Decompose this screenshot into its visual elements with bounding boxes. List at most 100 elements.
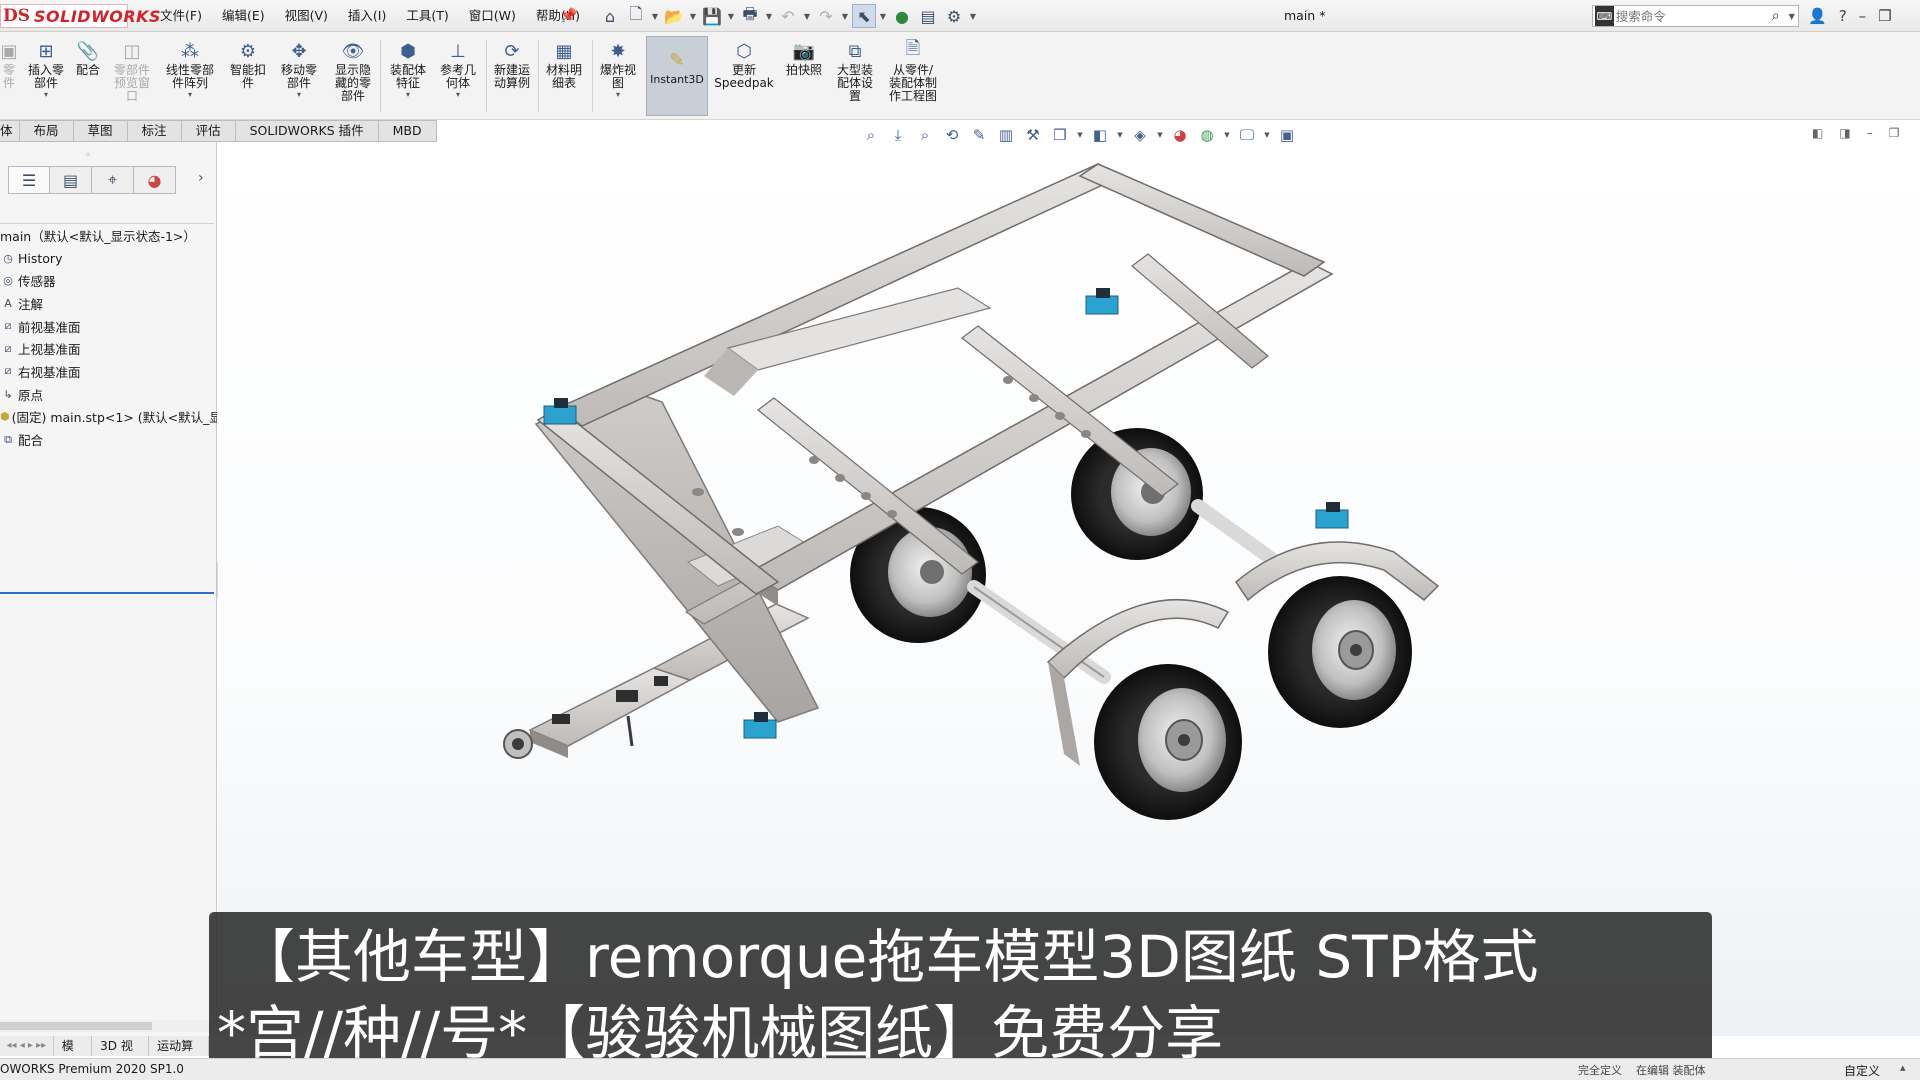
search-commands-icon[interactable]: ⌨ [1595, 6, 1614, 26]
trailer-3d-model[interactable] [218, 142, 1920, 1036]
tab-model[interactable]: 模型 [54, 1036, 93, 1073]
horizontal-scrollbar[interactable] [0, 1020, 214, 1032]
solidworks-logo[interactable]: DS SOLIDWORKS [0, 4, 161, 28]
rear-right-wheel[interactable] [1071, 428, 1203, 560]
cmd-instant3d[interactable]: ✎ Instant3D [646, 36, 708, 116]
tab-mbd[interactable]: MBD [378, 120, 437, 142]
tree-node-history[interactable]: ◷ History [0, 247, 217, 270]
open-dropdown-icon[interactable]: ▼ [688, 4, 698, 28]
corner-mount-far-right[interactable] [1315, 502, 1349, 529]
search-icon[interactable]: ⌕ [1772, 8, 1789, 24]
options-dropdown-icon[interactable]: ▼ [968, 4, 978, 28]
new-dropdown-icon[interactable]: ▼ [650, 4, 660, 28]
chevron-up-icon[interactable]: ▴ [1900, 1061, 1906, 1074]
tab-evaluate[interactable]: 评估 [181, 120, 236, 142]
tile-right-icon[interactable]: ◨ [1839, 126, 1850, 140]
units-custom[interactable]: 自定义 [1844, 1062, 1880, 1079]
menu-file[interactable]: 文件(F) [150, 0, 212, 32]
menu-tools[interactable]: 工具(T) [396, 0, 458, 32]
propertymanager-icon[interactable]: ▤ [50, 166, 92, 194]
search-dropdown-icon[interactable]: ▼ [1789, 12, 1798, 21]
cmd-make-drawing[interactable]: 🗎 从零件/ 装配体制 作工程图 [882, 38, 944, 103]
rebuild-icon[interactable]: ● [890, 4, 914, 28]
tab-3d-views[interactable]: 3D 视图 [92, 1036, 150, 1073]
cmd-move-component[interactable]: ✥ 移动零 部件 ▾ [274, 38, 324, 100]
doc-minimize-icon[interactable]: – [1867, 126, 1873, 140]
menu-insert[interactable]: 插入(I) [338, 0, 396, 32]
menu-help[interactable]: 帮助(H) [526, 0, 590, 32]
graphics-area[interactable] [218, 142, 1920, 1036]
chevron-right-icon[interactable]: › [198, 170, 204, 186]
panel-grip-icon[interactable]: ◦ [85, 150, 91, 161]
menu-edit[interactable]: 编辑(E) [212, 0, 275, 32]
cmd-take-snapshot[interactable]: 📷 拍快照 [780, 38, 828, 77]
front-left-wheel[interactable] [1094, 664, 1242, 820]
home-icon[interactable]: ⌂ [598, 4, 622, 28]
cmd-large-assembly-settings[interactable]: ⧉ 大型装 配体设 置 [830, 38, 880, 103]
tree-node-annotations[interactable]: A 注解 [0, 292, 217, 315]
cmd-new-motion-study[interactable]: ⟳ 新建运 动算例 [488, 38, 536, 90]
tab-markup[interactable]: 标注 [127, 120, 182, 142]
tab-sketch[interactable]: 草图 [73, 120, 128, 142]
tab-navigation-arrows-icon[interactable]: ◂◂ ◂ ▸ ▸▸ [0, 1036, 54, 1056]
minimize-icon[interactable]: – [1859, 7, 1867, 25]
cmd-smart-fastener[interactable]: ⚙ 智能扣 件 [224, 38, 272, 90]
pin-menu-icon[interactable]: 📌 [560, 8, 577, 24]
cmd-insert-component[interactable]: ⊞ 插入零 部件 ▾ [22, 38, 70, 100]
tree-node-right-plane[interactable]: ⧄ 右视基准面 [0, 360, 217, 383]
cmd-show-hidden[interactable]: 👁 显示隐 藏的零 部件 [328, 38, 378, 103]
file-properties-icon[interactable]: ▤ [916, 4, 940, 28]
scrollbar-thumb[interactable] [0, 1022, 152, 1030]
select-pointer-icon[interactable]: ⬉ [852, 4, 876, 28]
print-dropdown-icon[interactable]: ▼ [764, 4, 774, 28]
corner-mount-near-right[interactable] [743, 712, 777, 739]
search-input[interactable] [1615, 8, 1772, 24]
save-icon[interactable]: 💾 [700, 4, 724, 28]
tree-node-root-assembly[interactable]: main（默认<默认_显示状态-1>） [0, 224, 217, 247]
doc-restore-icon[interactable]: ❐ [1889, 126, 1900, 140]
print-icon[interactable]: 🖶 [738, 4, 762, 28]
tree-node-origin[interactable]: ↳ 原点 [0, 383, 217, 406]
chevron-down-icon[interactable]: ▾ [44, 90, 48, 100]
featuremanager-tree-icon[interactable]: ☰ [8, 166, 50, 194]
configurationmanager-icon[interactable]: ⌖ [92, 166, 134, 194]
save-dropdown-icon[interactable]: ▼ [726, 4, 736, 28]
tab-assembly[interactable]: 体 [0, 120, 20, 142]
cmd-mate[interactable]: 📎 配合 [72, 38, 104, 77]
redo-icon[interactable]: ↷ [814, 4, 838, 28]
tree-filter-area[interactable] [0, 198, 214, 224]
cmd-assembly-feature[interactable]: ⬢ 装配体 特征 ▾ [384, 38, 432, 100]
tab-layout[interactable]: 布局 [19, 120, 74, 142]
tree-node-mates[interactable]: ⧉ 配合 [0, 428, 217, 451]
cmd-component-preview[interactable]: ◫ 零部件 预览窗 口 [108, 38, 156, 103]
cmd-reference-geometry[interactable]: ⊥ 参考几 何体 ▾ [434, 38, 482, 100]
help-icon[interactable]: ? [1839, 7, 1847, 25]
restore-icon[interactable]: ❐ [1878, 7, 1891, 25]
tree-node-main-stp[interactable]: ⬢ (固定) main.stp<1> (默认<默认_显 [0, 406, 217, 429]
cmd-bill-of-materials[interactable]: ▦ 材料明 细表 [540, 38, 588, 90]
cmd-update-speedpak[interactable]: ⬡ 更新 Speedpak [712, 38, 776, 90]
front-right-wheel[interactable] [1268, 576, 1412, 728]
menu-window[interactable]: 窗口(W) [459, 0, 526, 32]
options-gear-icon[interactable]: ⚙ [942, 4, 966, 28]
redo-dropdown-icon[interactable]: ▼ [840, 4, 850, 28]
cmd-part[interactable]: ▣ 零 件 [0, 38, 18, 90]
chevron-down-icon[interactable]: ▾ [297, 90, 301, 100]
chevron-down-icon[interactable]: ▾ [188, 90, 192, 100]
rollback-bar[interactable] [0, 592, 214, 594]
tab-solidworks-addins[interactable]: SOLIDWORKS 插件 [235, 120, 379, 142]
tab-motion-study[interactable]: 运动算例 [149, 1036, 209, 1073]
tree-node-top-plane[interactable]: ⧄ 上视基准面 [0, 337, 217, 360]
undo-icon[interactable]: ↶ [776, 4, 800, 28]
select-dropdown-icon[interactable]: ▼ [878, 4, 888, 28]
chevron-down-icon[interactable]: ▾ [406, 90, 410, 100]
open-icon[interactable]: 📂 [662, 4, 686, 28]
user-account-icon[interactable]: 👤 [1808, 7, 1827, 25]
command-search-box[interactable]: ⌨ ⌕ ▼ [1592, 5, 1799, 27]
undo-dropdown-icon[interactable]: ▼ [802, 4, 812, 28]
tile-left-icon[interactable]: ◧ [1812, 126, 1823, 140]
display-manager-icon[interactable]: ◕ [134, 166, 176, 194]
chevron-down-icon[interactable]: ▾ [616, 90, 620, 100]
cmd-exploded-view[interactable]: ✸ 爆炸视 图 ▾ [594, 38, 642, 100]
tree-node-sensors[interactable]: ◎ 传感器 [0, 269, 217, 292]
